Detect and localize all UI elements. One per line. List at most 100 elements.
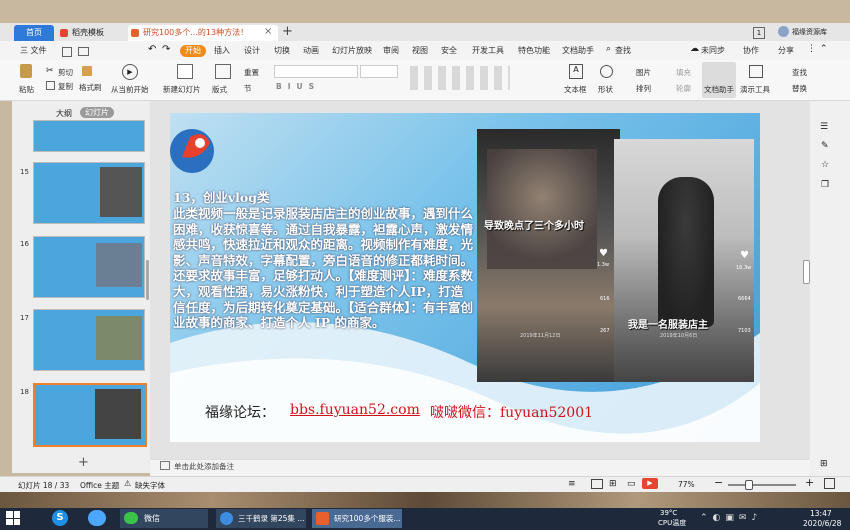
- reset-label[interactable]: 重置: [244, 67, 259, 78]
- taskbar-browser[interactable]: 三千鹤录 第25集 ...: [216, 509, 306, 528]
- presenter-icon[interactable]: [749, 65, 763, 78]
- taskbar-wechat[interactable]: 微信: [120, 509, 208, 528]
- slide-thumbnail[interactable]: [33, 236, 145, 298]
- fill-label[interactable]: 填充: [676, 67, 691, 78]
- vertical-scrollbar[interactable]: [803, 260, 810, 284]
- menu-review[interactable]: 审阅: [383, 44, 399, 58]
- panel-star-icon[interactable]: ☆: [821, 160, 829, 170]
- arrange-label[interactable]: 排列: [636, 83, 651, 94]
- menu-dochelper[interactable]: 文档助手: [562, 44, 594, 58]
- tab-outline[interactable]: 大纲: [56, 108, 72, 119]
- zoom-out-button[interactable]: −: [714, 476, 723, 489]
- print-icon[interactable]: [78, 47, 89, 56]
- menu-switch[interactable]: 切换: [274, 44, 290, 58]
- image-label[interactable]: 图片: [636, 67, 651, 78]
- tab-slides[interactable]: 幻灯片: [80, 107, 114, 118]
- menu-security[interactable]: 安全: [441, 44, 457, 58]
- copy-icon[interactable]: [46, 81, 55, 90]
- new-slide-label[interactable]: 新建幻灯片: [163, 84, 201, 95]
- more-icon[interactable]: ⋮: [807, 44, 816, 54]
- format-painter-label[interactable]: 格式刷: [79, 82, 102, 93]
- grid-view-icon[interactable]: ⊞: [820, 459, 828, 469]
- notes-placeholder[interactable]: 单击此处添加备注: [174, 461, 234, 472]
- font-family-select[interactable]: [274, 65, 358, 78]
- redo-icon[interactable]: ↷: [162, 44, 170, 55]
- zoom-level[interactable]: 77%: [678, 480, 695, 489]
- panel-copy-icon[interactable]: ❐: [821, 180, 829, 190]
- clock-time[interactable]: 13:47: [810, 509, 832, 518]
- outline-label[interactable]: 轮廓: [676, 83, 691, 94]
- baidu-netdisk-icon[interactable]: [88, 510, 106, 526]
- cut-icon[interactable]: ✂: [46, 66, 54, 76]
- menu-sync[interactable]: 未同步: [701, 44, 725, 58]
- tab-close-icon[interactable]: ×: [264, 26, 272, 37]
- sorter-view-icon[interactable]: ⊞: [609, 479, 617, 489]
- menu-special[interactable]: 特色功能: [518, 44, 550, 58]
- undo-icon[interactable]: ↶: [148, 44, 156, 55]
- notes-pane[interactable]: [150, 459, 810, 477]
- textbox-icon[interactable]: A: [569, 64, 583, 79]
- panel-settings-icon[interactable]: ☰: [820, 122, 828, 132]
- slide-thumbnail-selected[interactable]: [33, 383, 147, 447]
- slide-thumbnail[interactable]: [33, 120, 145, 152]
- zoom-slider[interactable]: [728, 484, 796, 486]
- menu-collab[interactable]: 协作: [743, 44, 759, 58]
- menu-slideshow[interactable]: 幻灯片放映: [332, 44, 372, 58]
- menu-animation[interactable]: 动画: [303, 44, 319, 58]
- account-name[interactable]: 福缘资源库: [792, 27, 827, 37]
- slide-thumbnail[interactable]: [33, 162, 145, 224]
- format-painter-icon[interactable]: [82, 66, 92, 76]
- tab-template[interactable]: 稻壳模板: [58, 25, 124, 41]
- copy-label[interactable]: 复制: [58, 81, 73, 92]
- menu-share[interactable]: 分享: [778, 44, 794, 58]
- textbox-label[interactable]: 文本框: [564, 84, 587, 95]
- zoom-slider-handle[interactable]: [745, 480, 753, 490]
- add-slide-button[interactable]: +: [78, 455, 89, 470]
- tray-icons[interactable]: ⌃◐▣✉♪: [700, 513, 762, 523]
- find-label[interactable]: 查找: [792, 67, 807, 78]
- menu-design[interactable]: 设计: [244, 44, 260, 58]
- tab-document[interactable]: 研究100多个...的13种方法！: [128, 25, 278, 41]
- replace-label[interactable]: 替换: [792, 83, 807, 94]
- paragraph-buttons[interactable]: [410, 66, 510, 90]
- menu-file[interactable]: 三 文件: [20, 44, 47, 58]
- taskbar-wps[interactable]: 研究100多个服装...: [312, 509, 402, 528]
- fit-window-icon[interactable]: [824, 478, 835, 489]
- avatar[interactable]: [778, 26, 789, 37]
- paste-icon[interactable]: [20, 64, 32, 78]
- new-tab-button[interactable]: +: [282, 24, 293, 39]
- menu-view[interactable]: 视图: [412, 44, 428, 58]
- menu-search[interactable]: 查找: [615, 44, 631, 58]
- slide-body-text[interactable]: 此类视频一般是记录服装店店主的创业故事，遇到什么困难，收获惊喜等。通过自我暴露，…: [173, 206, 473, 331]
- zoom-in-button[interactable]: +: [805, 476, 814, 489]
- play-slideshow-button[interactable]: ▶: [642, 478, 658, 489]
- paste-label[interactable]: 粘贴: [19, 84, 34, 95]
- save-icon[interactable]: [62, 47, 72, 57]
- notes-toggle-icon[interactable]: ≡: [568, 479, 576, 489]
- new-slide-icon[interactable]: [177, 64, 193, 79]
- missing-font-label[interactable]: 缺失字体: [135, 480, 165, 491]
- clock-date[interactable]: 2020/6/28: [803, 519, 841, 528]
- sogou-icon[interactable]: S: [52, 510, 68, 526]
- cut-label[interactable]: 剪切: [58, 67, 73, 78]
- presenter-label[interactable]: 演示工具: [740, 84, 770, 95]
- text-format-buttons[interactable]: BIUS: [276, 82, 320, 91]
- layout-icon[interactable]: [215, 64, 231, 79]
- menu-devtools[interactable]: 开发工具: [472, 44, 504, 58]
- font-size-select[interactable]: [360, 65, 398, 78]
- normal-view-icon[interactable]: [591, 479, 603, 489]
- start-button[interactable]: [6, 511, 20, 525]
- section-label[interactable]: 节: [244, 83, 252, 94]
- shape-icon[interactable]: [600, 65, 613, 78]
- play-from-current-icon[interactable]: ▶: [122, 64, 138, 80]
- slide-thumbnail[interactable]: [33, 309, 145, 371]
- reading-view-icon[interactable]: ▭: [627, 479, 636, 489]
- doc-helper-label[interactable]: 文档助手: [704, 84, 734, 95]
- menu-start[interactable]: 开始: [180, 45, 206, 57]
- panel-style-icon[interactable]: ✎: [821, 141, 829, 151]
- collapse-ribbon-icon[interactable]: ⌃: [820, 44, 828, 54]
- from-current-label[interactable]: 从当前开始: [111, 84, 149, 95]
- panel-scrollbar[interactable]: [146, 260, 149, 300]
- menu-insert[interactable]: 插入: [214, 44, 230, 58]
- forum-link[interactable]: bbs.fuyuan52.com: [290, 402, 420, 418]
